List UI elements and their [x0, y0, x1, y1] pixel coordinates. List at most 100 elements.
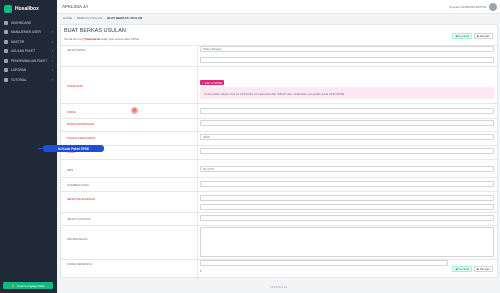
breadcrumb-separator: ›: [104, 16, 106, 20]
kembali-label: Kembali: [458, 34, 470, 38]
sidebar-item-master[interactable]: MASTER ›: [0, 37, 57, 47]
page-subtitle: Tanda lain ke (*) Berwarna wajib diisi s…: [64, 37, 139, 41]
sumber-dana-select[interactable]: [200, 181, 494, 187]
back-icon: ◀: [455, 267, 458, 271]
page-title: BUAT BERKAS USULAN: [64, 28, 126, 34]
jenis-paket-extra-input[interactable]: [200, 57, 494, 63]
kode-tender-label: KODE: [67, 110, 76, 114]
sidebar-item-laporan[interactable]: LAPORAN ›: [0, 66, 57, 76]
divider: [61, 225, 497, 226]
hps-label: HPS: [67, 168, 74, 172]
simpan-label: Simpan: [479, 34, 490, 38]
subtitle-highlight: (*) Berwarna: [82, 37, 101, 41]
sidebar-item-tutorial[interactable]: TUTORIAL ›: [0, 75, 57, 85]
brand-name: Hosalibox: [15, 6, 39, 12]
logo-icon: [4, 5, 12, 13]
subtitle-text: wajib diisi sesuai data SPSE: [101, 37, 139, 41]
kode-tender-input[interactable]: [200, 108, 494, 114]
lock-data-button[interactable]: 🔒 Kunci Lengkapi Data: [3, 282, 53, 289]
avatar[interactable]: [489, 3, 497, 11]
sidebar-item-label: TUTORIAL: [11, 77, 27, 82]
jenis-paket-select[interactable]: Paket Seleksi: [200, 46, 494, 52]
lock-icon: 🔒: [11, 283, 16, 288]
return-icon: [4, 58, 8, 63]
jenis-kontrak-label: JENIS KONTRAK: [67, 217, 91, 221]
divider: [61, 131, 497, 132]
search-icon: ⌕: [202, 80, 204, 85]
kembali-button-bottom[interactable]: ◀ Kembali: [452, 266, 473, 272]
sumber-dana-label: SUMBER DANA: [67, 183, 90, 187]
tahun-anggaran-value: 2026: [203, 135, 210, 139]
divider: [61, 212, 497, 213]
sidebar-item-label: MANAJEMEN USER: [11, 30, 41, 35]
jenis-pengadaan-extra-input[interactable]: [200, 204, 494, 210]
kembali-button-top[interactable]: ◀ Kembali: [452, 33, 473, 39]
sidebar-item-usulan-paket[interactable]: USULAN PAKET ›: [0, 47, 57, 57]
brand[interactable]: Hosalibox: [4, 4, 39, 14]
sidebar-item-label: LAPORAN: [11, 68, 27, 73]
divider: [61, 103, 497, 104]
sidebar-item-manajemen-user[interactable]: MANAJEMEN USER ›: [0, 28, 57, 38]
keterangan-label: KETERANGAN: [67, 237, 88, 241]
kode-rup-info: Untuk paket dapat di isi ke APKLISIA JA …: [200, 87, 494, 99]
save-icon: ■: [477, 267, 479, 271]
sidebar-menu: DASHBOARD MANAJEMEN USER › MASTER › USUL…: [0, 18, 57, 85]
jenis-pengadaan-label: JENIS PENGADAAN: [67, 197, 96, 201]
tahun-anggaran-input[interactable]: 2026: [200, 134, 494, 140]
kode-spse-tooltip: Isi Kode Paket SPSE: [43, 145, 104, 152]
divider: [61, 66, 497, 67]
jenis-pengadaan-select[interactable]: [200, 195, 494, 201]
file-icon: [4, 49, 8, 54]
kode-rup-info-text: Untuk paket dapat di isi ke APKLISIA JA …: [204, 92, 345, 96]
kode-rekening-label: KODE REKENING: [67, 262, 93, 266]
user-menu[interactable]: Operator ADMINISTRATOR: [449, 3, 497, 11]
cari-spse-badge[interactable]: ⌕ Cari di SPSE: [200, 80, 225, 85]
simpan-label: Simpan: [479, 267, 490, 271]
sidebar-item-label: USULAN PAKET: [11, 49, 36, 54]
jenis-paket-label: JENIS PAKET: [67, 48, 86, 52]
sidebar-item-label: MASTER: [11, 39, 25, 44]
divider: [61, 118, 497, 119]
kembali-label: Kembali: [458, 267, 470, 271]
sidebar-item-pengembalian-paket[interactable]: PENGEMBALIAN PAKET ›: [0, 56, 57, 66]
database-icon: [4, 39, 8, 44]
user-name: Operator ADMINISTRATOR: [448, 5, 486, 9]
jenis-kontrak-select[interactable]: [200, 215, 494, 221]
footer: APKLISIA JA: [57, 280, 500, 293]
simpan-button-top[interactable]: ■ Simpan: [474, 33, 493, 39]
main-content: HOME › BERKAS USULAN › BUAT BERKAS USULA…: [57, 14, 500, 293]
close-icon[interactable]: ✕: [131, 107, 138, 114]
nama-pekerjaan-label: NAMA PEKERJAAN: [67, 122, 95, 126]
breadcrumb-home[interactable]: HOME: [63, 16, 72, 20]
app-title: APKLISIA JA: [62, 4, 89, 9]
breadcrumb-current: BUAT BERKAS USULAN: [107, 16, 143, 20]
form-card: BUAT BERKAS USULAN Tanda lain ke (*) Ber…: [60, 24, 498, 279]
keterangan-textarea[interactable]: [200, 227, 494, 257]
required-marker: •: [200, 268, 202, 273]
report-icon: [4, 68, 8, 73]
divider: [61, 177, 497, 178]
subtitle-text: Tanda lain ke: [64, 37, 82, 41]
nama-pekerjaan-input[interactable]: [200, 120, 494, 126]
dashboard-icon: [4, 20, 8, 25]
jenis-paket-value: Paket Seleksi: [203, 47, 222, 51]
divider: [61, 191, 497, 192]
divider: [61, 159, 497, 160]
column-divider: [197, 45, 198, 279]
simpan-button-bottom[interactable]: ■ Simpan: [474, 266, 493, 272]
book-icon: [4, 77, 8, 82]
cari-spse-label: Cari di SPSE: [204, 80, 223, 85]
sidebar-item-label: PENGEMBALIAN PAKET: [11, 58, 48, 63]
save-icon: ■: [477, 34, 479, 38]
divider: [61, 145, 497, 146]
sidebar-item-dashboard[interactable]: DASHBOARD: [0, 18, 57, 28]
kode-rekening-input[interactable]: [200, 260, 448, 266]
hps-input[interactable]: Rp 0,00: [200, 166, 494, 172]
kode-rup-label: KODE RUP: [67, 84, 83, 88]
breadcrumb-berkas-usulan[interactable]: BERKAS USULAN: [77, 16, 102, 20]
pagu-input[interactable]: [200, 148, 494, 154]
breadcrumb-separator: ›: [74, 16, 75, 20]
topbar: APKLISIA JA Operator ADMINISTRATOR: [57, 0, 500, 14]
lock-button-label: Kunci Lengkapi Data: [17, 283, 45, 288]
tahun-anggaran-label: TAHUN ANGGARAN: [67, 136, 95, 140]
